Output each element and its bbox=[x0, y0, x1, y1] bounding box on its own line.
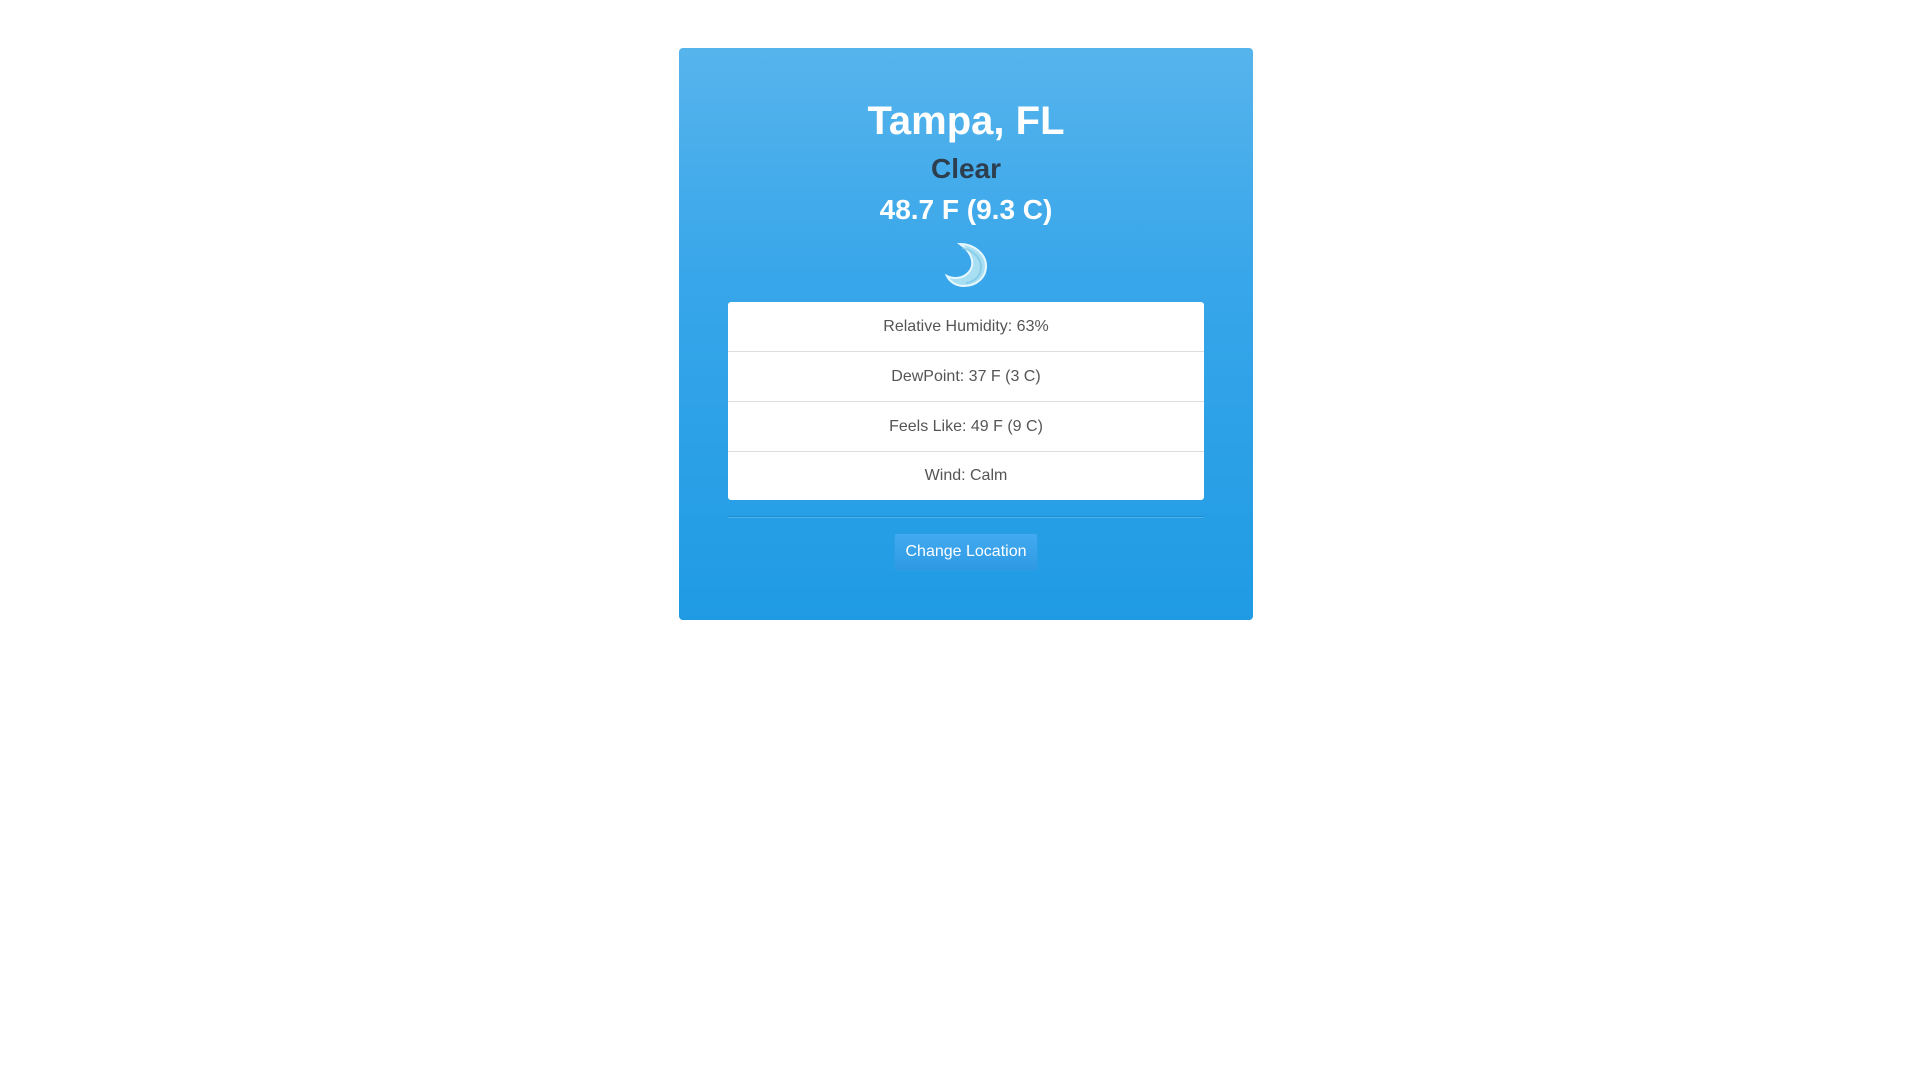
weather-condition: Clear bbox=[930, 153, 1002, 184]
detail-wind: Wind: Calm bbox=[924, 467, 1008, 484]
crescent-moon-icon bbox=[940, 236, 994, 290]
temperature: 48.7 F (9.3 C) bbox=[879, 194, 1053, 225]
detail-feels-like: Feels Like: 49 F (9 C) bbox=[728, 402, 1204, 452]
weather-card: Tampa, FL Clear 48.7 F (9.3 C) Relative … bbox=[679, 48, 1253, 620]
city-name: Tampa, FL bbox=[867, 99, 1065, 143]
detail-dewpoint: DewPoint: 37 F (3 C) bbox=[728, 352, 1204, 402]
weather-details-list: Relative Humidity: 63% DewPoint: 37 F (3… bbox=[728, 302, 1204, 500]
divider bbox=[728, 516, 1204, 518]
detail-humidity: Relative Humidity: 63% bbox=[728, 302, 1204, 352]
change-location-button[interactable]: Change Location bbox=[894, 533, 1038, 571]
